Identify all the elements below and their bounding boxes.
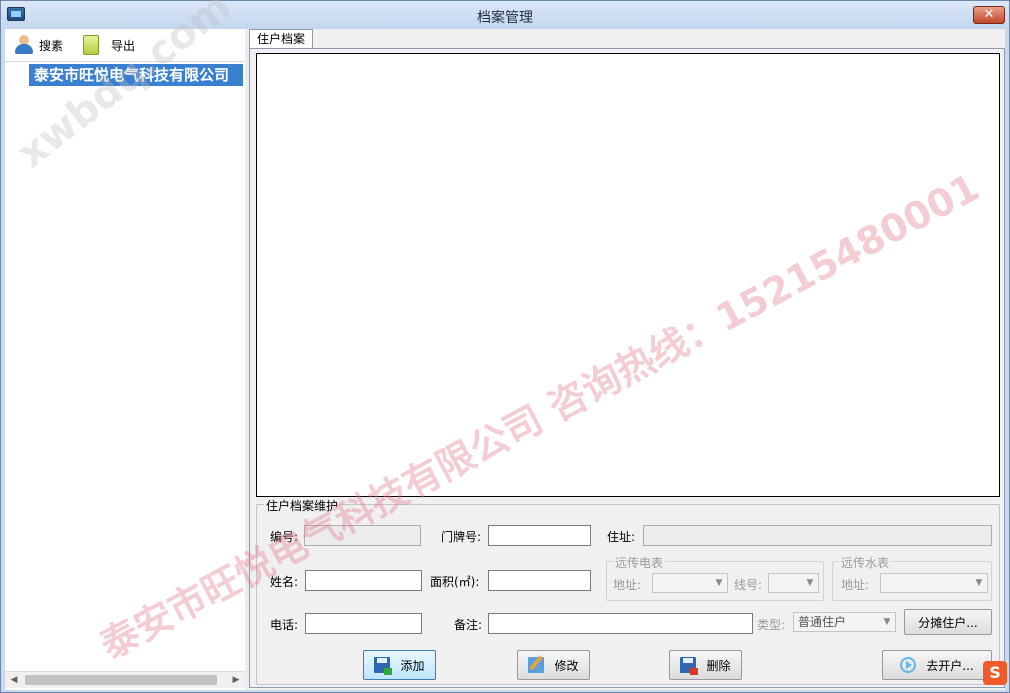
water-meter-group: 远传水表 地址: ▼ <box>832 554 992 601</box>
title-bar: 档案管理 ✕ <box>1 1 1009 29</box>
electric-meter-legend: 远传电表 <box>613 554 666 571</box>
line-number-select[interactable]: ▼ <box>768 573 819 593</box>
tab-page: 住户档案维护 编号: 门牌号: 住址: 姓名: 面积(㎡): 远传电表 地址: … <box>249 48 1005 688</box>
number-field[interactable] <box>304 525 421 546</box>
maintenance-group: 住户档案维护 编号: 门牌号: 住址: 姓名: 面积(㎡): 远传电表 地址: … <box>256 497 1000 685</box>
delete-button-label: 删除 <box>706 658 731 673</box>
type-select-value: 普通住户 <box>798 615 847 629</box>
type-label: 类型: <box>757 618 786 632</box>
name-field[interactable] <box>305 570 422 591</box>
electric-address-label: 地址: <box>613 578 642 592</box>
edit-icon <box>528 657 545 673</box>
export-button[interactable]: 导出 <box>83 34 135 56</box>
export-button-label: 导出 <box>111 38 136 53</box>
client-area: 搜素 导出 泰安市旺悦电气科技有限公司 ◀ ▶ 住户档案 住户档案维护 编号: … <box>5 29 1005 690</box>
search-button-label: 搜素 <box>39 38 64 53</box>
add-button[interactable]: 添加 <box>363 650 436 680</box>
line-number-label: 线号: <box>734 578 763 592</box>
tree-node-company[interactable]: 泰安市旺悦电气科技有限公司 <box>29 64 243 86</box>
user-search-icon <box>13 34 35 56</box>
save-add-icon <box>374 657 393 675</box>
close-button[interactable]: ✕ <box>973 6 1005 24</box>
left-pane: 搜素 导出 泰安市旺悦电气科技有限公司 ◀ ▶ <box>5 29 245 690</box>
horizontal-scrollbar[interactable]: ◀ ▶ <box>5 671 245 688</box>
area-label: 面积(㎡): <box>430 575 480 589</box>
water-address-select[interactable]: ▼ <box>880 573 988 593</box>
door-number-field[interactable] <box>488 525 591 546</box>
delete-button[interactable]: 删除 <box>669 650 742 680</box>
open-account-button[interactable]: 去开户... <box>882 650 992 680</box>
water-address-label: 地址: <box>841 578 870 592</box>
add-button-label: 添加 <box>400 658 425 673</box>
org-tree[interactable]: 泰安市旺悦电气科技有限公司 <box>5 61 245 671</box>
scroll-right-icon[interactable]: ▶ <box>229 673 243 687</box>
records-grid[interactable] <box>256 53 1000 497</box>
scroll-left-icon[interactable]: ◀ <box>7 673 21 687</box>
electric-address-select[interactable]: ▼ <box>652 573 728 593</box>
area-field[interactable] <box>488 570 591 591</box>
phone-field[interactable] <box>305 613 422 634</box>
phone-label: 电话: <box>270 618 299 632</box>
chevron-down-icon: ▼ <box>883 617 891 627</box>
type-select[interactable]: 普通住户 ▼ <box>793 612 896 632</box>
export-icon <box>83 35 99 55</box>
chevron-down-icon: ▼ <box>806 578 814 588</box>
door-number-label: 门牌号: <box>441 530 482 544</box>
address-field[interactable] <box>643 525 992 546</box>
scroll-thumb[interactable] <box>25 675 217 685</box>
modify-button-label: 修改 <box>554 658 579 673</box>
toolbar: 搜素 导出 <box>5 29 245 61</box>
right-pane: 住户档案 住户档案维护 编号: 门牌号: 住址: 姓名: 面积(㎡): 远传电表… <box>249 29 1005 690</box>
water-meter-legend: 远传水表 <box>839 554 892 571</box>
name-label: 姓名: <box>270 575 299 589</box>
chevron-down-icon: ▼ <box>975 578 983 588</box>
address-label: 住址: <box>607 530 636 544</box>
modify-button[interactable]: 修改 <box>517 650 590 680</box>
search-button[interactable]: 搜素 <box>13 34 63 56</box>
remark-field[interactable] <box>488 613 753 634</box>
share-residents-button[interactable]: 分摊住户... <box>904 609 992 635</box>
electric-meter-group: 远传电表 地址: ▼ 线号: ▼ <box>606 554 824 601</box>
share-residents-label: 分摊住户... <box>918 615 978 630</box>
chevron-down-icon: ▼ <box>715 578 723 588</box>
brand-logo-icon: S <box>983 661 1007 685</box>
window: 档案管理 ✕ 搜素 导出 泰安市旺悦电气科技有限公司 ◀ ▶ 住户档案 住户档案… <box>0 0 1010 693</box>
maintenance-legend: 住户档案维护 <box>264 497 341 514</box>
open-account-label: 去开户... <box>926 658 974 673</box>
number-label: 编号: <box>270 530 299 544</box>
tab-resident-records[interactable]: 住户档案 <box>249 29 313 49</box>
delete-icon <box>680 657 699 675</box>
window-title: 档案管理 <box>477 10 533 26</box>
remark-label: 备注: <box>454 618 483 632</box>
play-icon <box>900 657 917 673</box>
